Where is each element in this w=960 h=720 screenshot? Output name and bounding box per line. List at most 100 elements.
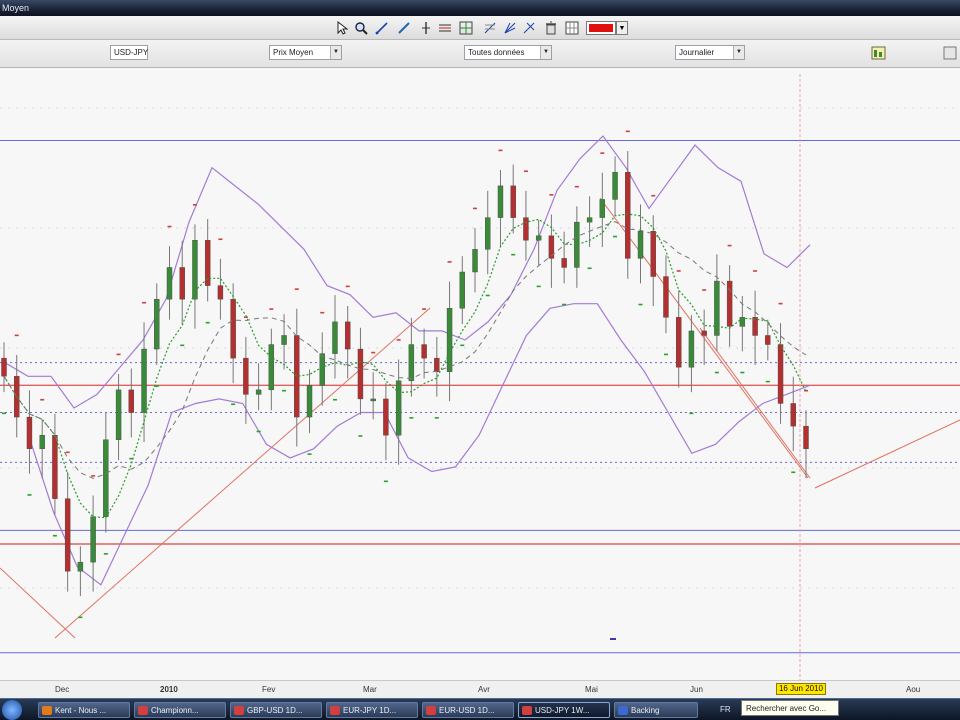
vertical-line-icon[interactable] <box>418 20 434 36</box>
x-tick-label: Aou <box>906 685 921 694</box>
chevron-down-icon[interactable]: ▼ <box>540 46 551 59</box>
period-select[interactable]: Journalier ▼ <box>675 45 745 60</box>
drawing-toolbar: ▼ <box>0 16 960 40</box>
candle <box>115 389 122 440</box>
fibonacci-icon[interactable] <box>482 20 498 36</box>
sar-dot <box>307 453 312 455</box>
x-tick-label: Jun <box>690 685 703 694</box>
taskbar-item[interactable]: GBP-USD 1D... <box>230 702 322 718</box>
settings-edge-icon[interactable] <box>942 45 958 61</box>
candle <box>535 235 542 241</box>
sar-dot <box>651 194 656 197</box>
sar-dot <box>154 385 159 387</box>
taskbar-item[interactable]: EUR-USD 1D... <box>422 702 514 718</box>
candle <box>319 353 325 386</box>
chart-app-icon <box>234 706 244 715</box>
price-chart[interactable] <box>0 68 960 680</box>
x-tick-label: Fev <box>262 685 276 694</box>
sar-dot <box>282 389 287 392</box>
candle <box>459 271 465 309</box>
symbol-select[interactable]: USD-JPY <box>110 45 148 60</box>
sar-dot <box>676 270 681 272</box>
crosshair-icon[interactable] <box>458 20 474 36</box>
candle <box>141 348 147 413</box>
current-date-marker: 16 Jun 2010 <box>776 683 826 695</box>
pen-icon[interactable] <box>396 20 412 36</box>
sar-dot <box>791 471 796 474</box>
sar-dot <box>52 534 57 537</box>
language-indicator[interactable]: FR <box>720 705 731 714</box>
trend-fan-icon[interactable] <box>502 20 518 36</box>
candle <box>306 385 313 418</box>
sar-dot <box>460 344 465 347</box>
candle <box>217 285 224 300</box>
taskbar-item[interactable]: Kent - Nous ... <box>38 702 130 718</box>
candle <box>281 335 287 345</box>
candle <box>561 258 567 268</box>
horizontal-lines-icon[interactable] <box>437 20 453 36</box>
sar-dot <box>231 403 236 406</box>
sar-dot <box>638 303 643 306</box>
app-icon <box>618 706 628 715</box>
sar-dot <box>192 204 197 206</box>
sar-dot <box>167 225 172 228</box>
taskbar-item[interactable]: EUR-JPY 1D... <box>326 702 418 718</box>
candle <box>128 389 135 413</box>
grid-icon[interactable] <box>564 20 580 36</box>
candle <box>421 344 427 359</box>
candle <box>714 280 720 336</box>
sar-dot <box>727 244 732 247</box>
candle <box>77 561 84 572</box>
candle <box>523 217 529 241</box>
pointer-icon[interactable] <box>334 20 350 36</box>
chevron-down-icon[interactable]: ▼ <box>330 46 341 59</box>
line-icon[interactable] <box>374 20 390 36</box>
x-tick-label: Mar <box>363 685 377 694</box>
candle <box>52 435 58 499</box>
candle <box>103 439 109 518</box>
candle <box>625 172 631 259</box>
candle <box>777 344 784 404</box>
sar-dot <box>91 475 96 477</box>
chevron-down-icon[interactable]: ▼ <box>733 46 744 59</box>
sar-dot <box>332 398 337 401</box>
candle <box>599 199 606 218</box>
sar-dot <box>14 334 19 337</box>
candle <box>383 398 389 436</box>
taskbar-item-active[interactable]: USD-JPY 1W... <box>518 702 610 718</box>
trash-icon[interactable] <box>543 20 559 36</box>
sar-dot <box>345 285 350 288</box>
color-picker[interactable] <box>586 21 616 35</box>
candle <box>179 267 185 300</box>
chart-settings-icon[interactable] <box>871 45 887 61</box>
zoom-icon[interactable] <box>353 20 369 36</box>
sar-dot <box>498 149 503 152</box>
title-bar: Moyen <box>0 0 960 16</box>
taskbar-item[interactable]: Backing <box>614 702 698 718</box>
taskbar-item[interactable]: Championn... <box>134 702 226 718</box>
candle <box>790 403 796 427</box>
sar-dot <box>142 301 147 304</box>
sar-dot <box>294 288 299 290</box>
sar-dot <box>103 553 108 555</box>
search-tooltip: Rechercher avec Go... <box>741 700 839 716</box>
sar-dot <box>600 152 605 154</box>
sar-dot <box>256 430 261 433</box>
settings-toolbar: USD-JPY Prix Moyen ▼ Toutes données ▼ Jo… <box>0 40 960 68</box>
level-marker <box>610 638 616 640</box>
taskbar-item-label: Backing <box>631 706 660 715</box>
color-dropdown-arrow[interactable]: ▼ <box>616 21 628 35</box>
sar-dot <box>447 261 452 263</box>
start-orb[interactable] <box>2 700 22 720</box>
candle <box>701 330 707 336</box>
candle <box>663 276 669 318</box>
price-type-select[interactable]: Prix Moyen ▼ <box>269 45 342 60</box>
sar-dot <box>180 344 185 347</box>
sar-dot <box>689 412 694 415</box>
sar-dot <box>218 238 223 241</box>
sar-dot <box>778 302 783 305</box>
candle <box>332 321 338 354</box>
data-range-select[interactable]: Toutes données ▼ <box>464 45 552 60</box>
eraser-icon[interactable] <box>521 20 537 36</box>
candle <box>268 344 275 391</box>
